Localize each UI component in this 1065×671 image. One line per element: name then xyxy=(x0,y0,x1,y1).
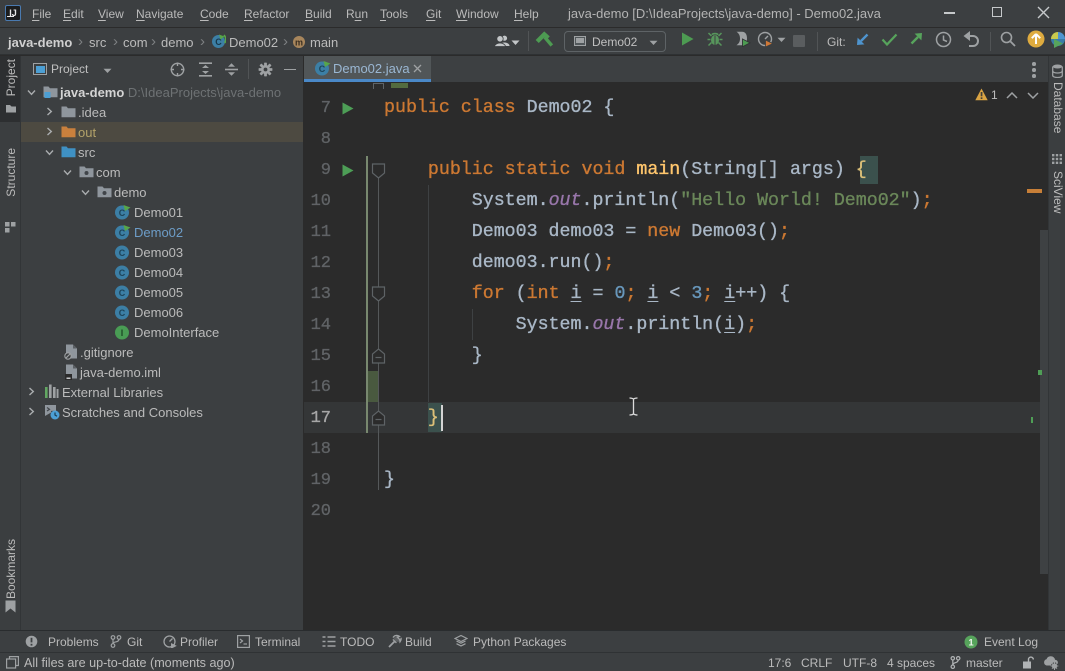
svg-text:I: I xyxy=(121,328,124,338)
svg-text:m: m xyxy=(295,38,303,48)
svg-text:C: C xyxy=(119,288,126,298)
svg-text:C: C xyxy=(119,308,126,318)
svg-text:1: 1 xyxy=(968,638,974,649)
svg-text:C: C xyxy=(119,248,126,258)
svg-text:C: C xyxy=(119,268,126,278)
